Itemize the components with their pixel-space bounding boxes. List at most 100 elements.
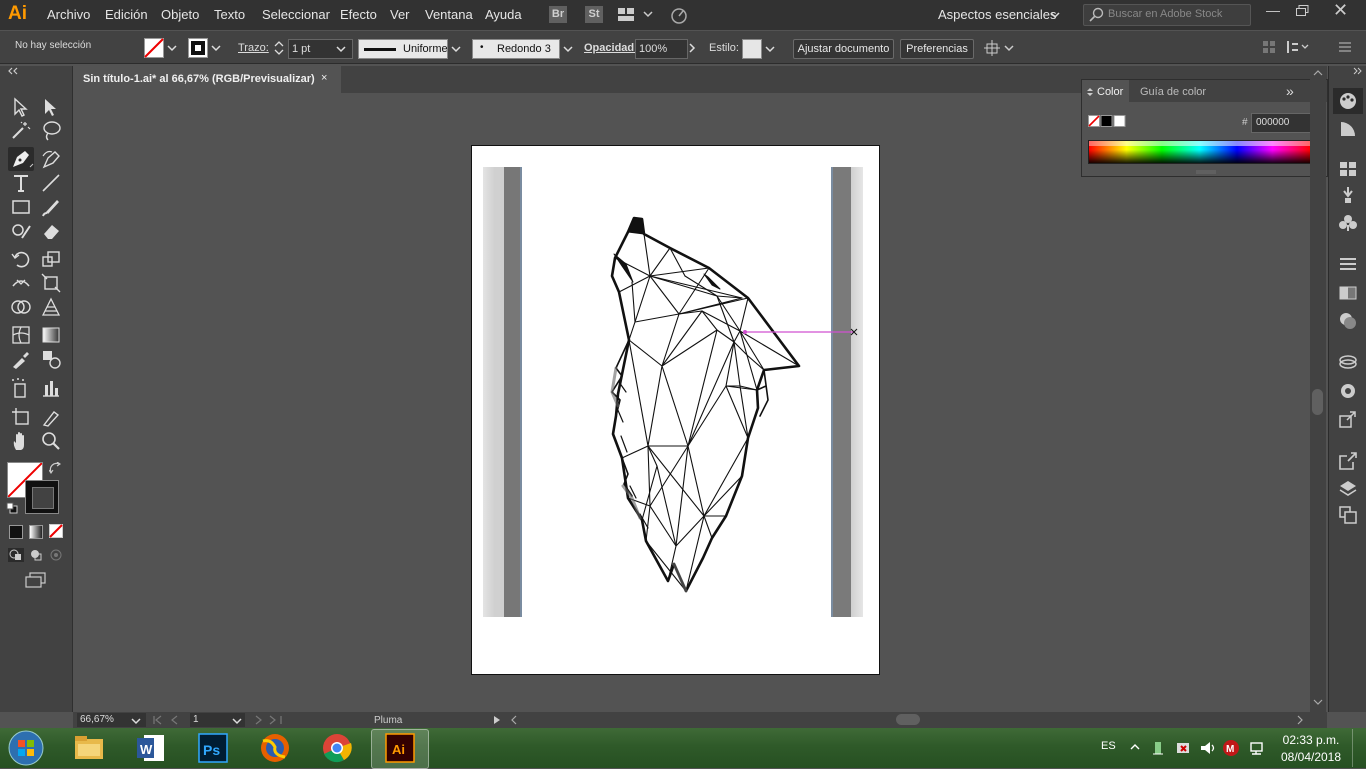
brushes-icon[interactable] bbox=[1339, 186, 1357, 204]
width-tool-icon[interactable] bbox=[10, 272, 32, 294]
action-center-icon[interactable] bbox=[1175, 740, 1191, 756]
color-swatch-icons[interactable] bbox=[1088, 115, 1126, 127]
arrange-documents-icon[interactable] bbox=[618, 8, 654, 22]
scroll-left-icon[interactable] bbox=[510, 715, 518, 725]
shaper-tool-icon[interactable] bbox=[10, 220, 32, 242]
resize-grip-icon[interactable] bbox=[1196, 169, 1216, 175]
distribute-icon[interactable] bbox=[1286, 40, 1310, 54]
color-guide-icon[interactable] bbox=[1339, 120, 1357, 138]
chevron-down-icon[interactable] bbox=[232, 717, 242, 725]
fill-swatch-icon[interactable] bbox=[144, 38, 164, 58]
menu-ventana[interactable]: Ventana bbox=[425, 7, 473, 22]
artboards-icon[interactable] bbox=[1339, 506, 1357, 524]
color-spectrum[interactable] bbox=[1088, 140, 1311, 164]
menu-texto[interactable]: Texto bbox=[214, 7, 245, 22]
panel-menu-icon[interactable] bbox=[1338, 41, 1352, 53]
draw-inside-icon[interactable] bbox=[49, 548, 63, 562]
taskbar-illustrator-active[interactable]: Ai bbox=[371, 729, 429, 769]
graphic-style-swatch[interactable] bbox=[742, 39, 762, 59]
next-last-artboard-icon[interactable] bbox=[252, 715, 286, 725]
grid-align-icon[interactable] bbox=[1262, 40, 1276, 54]
chevron-down-icon[interactable] bbox=[131, 717, 141, 725]
curvature-tool-icon[interactable] bbox=[40, 148, 62, 170]
stroke-label[interactable]: Trazo: bbox=[238, 42, 269, 54]
magic-wand-tool-icon[interactable] bbox=[10, 119, 32, 141]
opacity-label[interactable]: Opacidad: bbox=[584, 42, 638, 54]
shape-builder-tool-icon[interactable] bbox=[10, 296, 32, 318]
blend-tool-icon[interactable] bbox=[40, 348, 62, 370]
minimize-button[interactable]: — bbox=[1266, 2, 1280, 18]
export-icon[interactable] bbox=[1339, 452, 1357, 470]
volume-icon[interactable] bbox=[1199, 740, 1217, 756]
free-transform-tool-icon[interactable] bbox=[40, 272, 62, 294]
scale-tool-icon[interactable] bbox=[40, 248, 62, 270]
bridge-button[interactable]: Br bbox=[549, 6, 567, 23]
collapse-panel-icon[interactable] bbox=[5, 67, 19, 75]
chevron-down-icon[interactable] bbox=[211, 44, 221, 52]
scroll-down-icon[interactable] bbox=[1313, 698, 1323, 706]
chevron-down-icon[interactable] bbox=[336, 45, 346, 53]
opacity-field[interactable]: 100% bbox=[635, 39, 688, 59]
mcafee-icon[interactable]: M bbox=[1222, 739, 1240, 757]
asset-export-icon[interactable] bbox=[1339, 410, 1357, 428]
hand-tool-icon[interactable] bbox=[10, 430, 32, 452]
stroke-color-box[interactable] bbox=[25, 480, 59, 514]
scroll-right-icon[interactable] bbox=[1296, 715, 1304, 725]
menu-efecto[interactable]: Efecto bbox=[340, 7, 377, 22]
symbols-icon[interactable] bbox=[1339, 214, 1357, 232]
close-document-button[interactable]: × bbox=[321, 72, 327, 84]
color-panel-tab-active[interactable] bbox=[1333, 88, 1363, 114]
draw-normal-icon[interactable] bbox=[8, 548, 24, 562]
stroke-panel-icon[interactable] bbox=[1339, 256, 1357, 274]
swap-fill-stroke-icon[interactable] bbox=[49, 462, 63, 476]
rectangle-tool-icon[interactable] bbox=[10, 196, 32, 218]
column-graph-tool-icon[interactable] bbox=[40, 377, 62, 399]
menu-seleccionar[interactable]: Seleccionar bbox=[262, 7, 330, 22]
brush-definition[interactable]: • Redondo 3 ... bbox=[472, 39, 560, 73]
first-prev-artboard-icon[interactable] bbox=[152, 715, 186, 725]
chevron-down-icon[interactable] bbox=[451, 45, 461, 53]
expand-panels-icon[interactable] bbox=[1353, 67, 1363, 75]
graphic-styles-icon[interactable] bbox=[1339, 382, 1357, 400]
type-tool-icon[interactable] bbox=[10, 172, 32, 194]
chrome-icon[interactable] bbox=[320, 731, 354, 765]
chevron-down-icon[interactable] bbox=[167, 44, 177, 52]
variable-width-profile[interactable]: Uniforme bbox=[358, 39, 448, 59]
chevron-right-icon[interactable] bbox=[688, 43, 696, 53]
transparency-icon[interactable] bbox=[1339, 312, 1357, 330]
status-menu-arrow-icon[interactable] bbox=[492, 715, 502, 725]
artboard[interactable] bbox=[471, 145, 880, 675]
color-tab-label[interactable]: Color bbox=[1097, 86, 1123, 98]
color-guide-tab[interactable]: Guía de color bbox=[1140, 86, 1206, 98]
safely-remove-icon[interactable] bbox=[1150, 740, 1166, 756]
eyedropper-tool-icon[interactable] bbox=[10, 348, 32, 370]
stock-search-input[interactable]: Buscar en Adobe Stock bbox=[1083, 4, 1251, 26]
menu-objeto[interactable]: Objeto bbox=[161, 7, 199, 22]
selection-tool-icon[interactable] bbox=[10, 96, 32, 118]
swatches-icon[interactable] bbox=[1339, 160, 1357, 178]
gpu-performance-icon[interactable] bbox=[668, 6, 690, 24]
language-indicator[interactable]: ES bbox=[1101, 740, 1116, 752]
start-button-icon[interactable] bbox=[6, 729, 46, 767]
rotate-tool-icon[interactable] bbox=[10, 248, 32, 270]
document-tab[interactable]: Sin título-1.ai* al 66,67% (RGB/Previsua… bbox=[73, 66, 341, 93]
menu-ver[interactable]: Ver bbox=[390, 7, 410, 22]
lasso-tool-icon[interactable] bbox=[40, 119, 62, 141]
show-hidden-icons[interactable] bbox=[1130, 743, 1140, 751]
close-window-button[interactable]: ✕ bbox=[1333, 0, 1348, 21]
mesh-tool-icon[interactable] bbox=[10, 324, 32, 346]
hex-input[interactable]: 000000 bbox=[1251, 113, 1311, 133]
eraser-tool-icon[interactable] bbox=[40, 220, 62, 242]
restore-button[interactable] bbox=[1296, 5, 1310, 17]
symbol-sprayer-tool-icon[interactable] bbox=[10, 377, 32, 399]
zoom-tool-icon[interactable] bbox=[40, 430, 62, 452]
stroke-stepper-icon[interactable] bbox=[274, 39, 284, 57]
menu-edicion[interactable]: Edición bbox=[105, 7, 148, 22]
gradient-panel-icon[interactable] bbox=[1339, 284, 1357, 302]
chevron-down-icon[interactable] bbox=[765, 45, 775, 53]
clock-date[interactable]: 08/04/2018 bbox=[1278, 750, 1344, 764]
network-icon[interactable] bbox=[1248, 740, 1266, 756]
default-fill-stroke-icon[interactable] bbox=[6, 502, 18, 514]
document-setup-button[interactable]: Ajustar documento bbox=[793, 39, 894, 59]
screen-mode-icon[interactable] bbox=[25, 572, 47, 588]
